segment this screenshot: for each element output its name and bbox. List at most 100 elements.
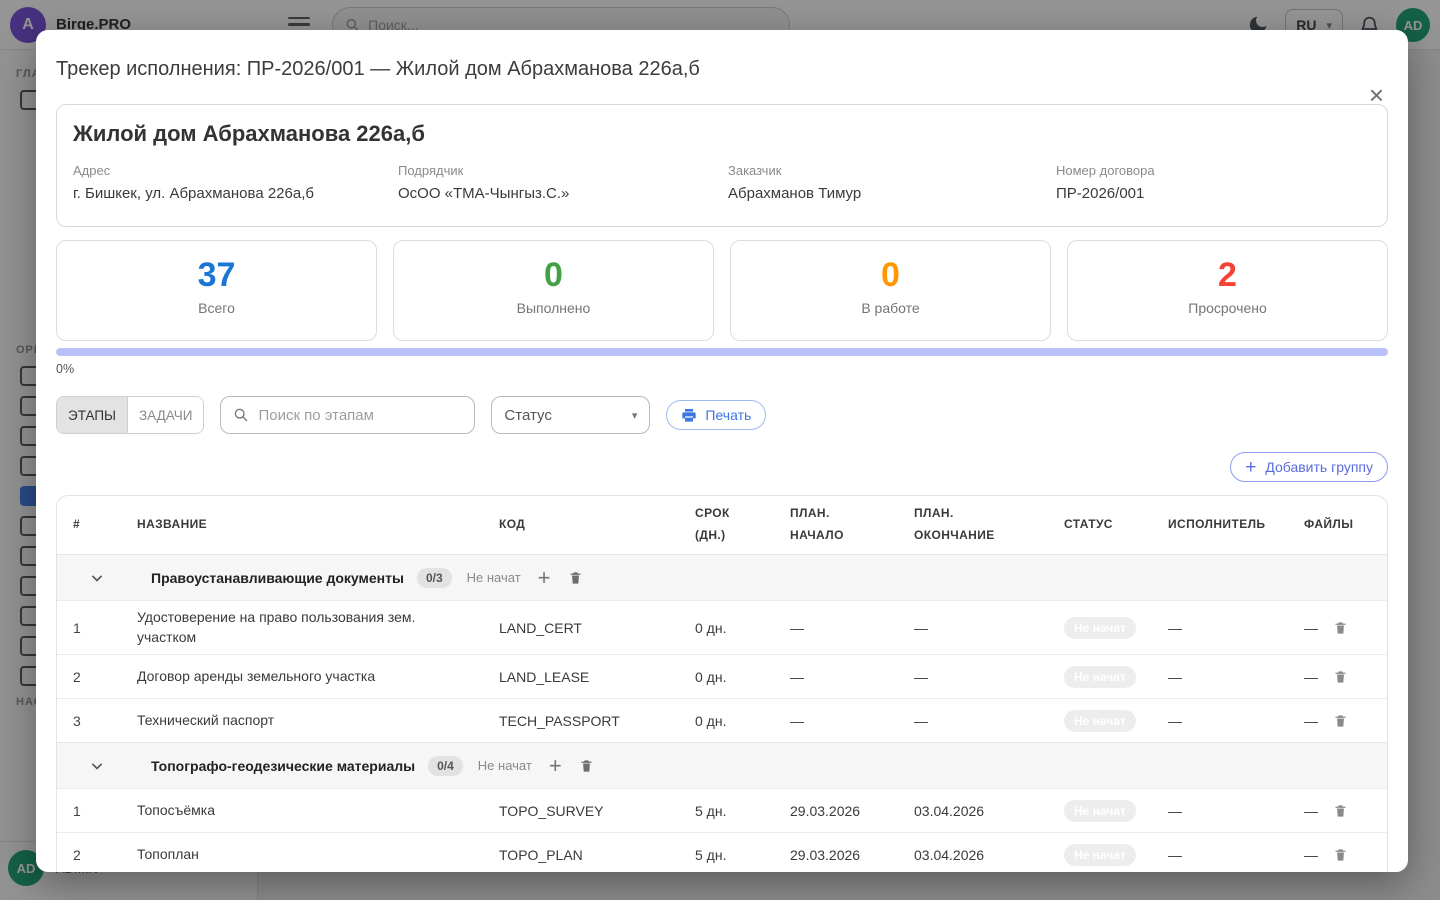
print-button[interactable]: Печать xyxy=(666,400,766,430)
task-status-chip[interactable]: Не начат xyxy=(1064,800,1136,822)
task-files: — xyxy=(1304,803,1318,819)
stat-value: 0 xyxy=(394,256,713,295)
task-files: — xyxy=(1304,713,1318,729)
task-status-chip[interactable]: Не начат xyxy=(1064,617,1136,639)
task-number: 3 xyxy=(57,713,137,729)
add-group-button[interactable]: + Добавить группу xyxy=(1230,452,1388,482)
task-number: 2 xyxy=(57,847,137,863)
add-task-icon[interactable]: + xyxy=(549,755,562,777)
status-filter-label: Статус xyxy=(504,407,551,424)
stat-label: Просрочено xyxy=(1068,300,1387,316)
task-duration: 0 дн. xyxy=(695,669,790,685)
task-status-chip[interactable]: Не начат xyxy=(1064,666,1136,688)
task-plan-start: — xyxy=(790,669,914,685)
column-header: # xyxy=(57,514,137,536)
field-label: Заказчик xyxy=(728,163,1056,178)
execution-tracker-modal: Трекер исполнения: ПР-2026/001 — Жилой д… xyxy=(36,30,1408,872)
delete-task-icon[interactable] xyxy=(1333,620,1348,636)
group-progress-badge: 0/4 xyxy=(428,756,463,776)
task-status-chip[interactable]: Не начат xyxy=(1064,844,1136,866)
column-header: КОД xyxy=(499,514,695,536)
search-icon xyxy=(233,406,249,424)
status-filter-select[interactable]: Статус ▾ xyxy=(491,396,650,434)
task-name: Топоплан xyxy=(137,838,499,872)
chevron-down-icon[interactable] xyxy=(57,756,137,776)
task-assignee: — xyxy=(1168,847,1296,863)
task-plan-end: 03.04.2026 xyxy=(914,847,1064,863)
task-name: Топосъёмка xyxy=(137,794,499,828)
task-plan-start: 29.03.2026 xyxy=(790,847,914,863)
print-label: Печать xyxy=(705,407,751,423)
field-value: ОсОО «ТМА-Чынгыз.С.» xyxy=(398,185,728,202)
delete-task-icon[interactable] xyxy=(1333,669,1348,685)
field-value: Абрахманов Тимур xyxy=(728,185,1056,202)
task-code: LAND_LEASE xyxy=(499,669,695,685)
stat-value: 2 xyxy=(1068,256,1387,295)
column-header: ПЛАН. ОКОНЧАНИЕ xyxy=(914,503,1064,546)
column-header: СРОК (ДН.) xyxy=(695,503,790,546)
task-assignee: — xyxy=(1168,669,1296,685)
group-name: Правоустанавливающие документы xyxy=(151,570,404,586)
delete-task-icon[interactable] xyxy=(1333,803,1348,819)
task-duration: 0 дн. xyxy=(695,620,790,636)
toolbar: ЭТАПЫ ЗАДАЧИ Статус ▾ Печать xyxy=(56,396,1388,434)
project-field-contract-number: Номер договора ПР-2026/001 xyxy=(1056,163,1371,202)
project-field-customer: Заказчик Абрахманов Тимур xyxy=(728,163,1056,202)
stat-card-overdue: 2 Просрочено xyxy=(1067,240,1388,341)
stats-row: 37Всего0Выполнено0В работе2Просрочено xyxy=(56,240,1388,341)
task-plan-start: — xyxy=(790,620,914,636)
task-status-chip[interactable]: Не начат xyxy=(1064,710,1136,732)
task-plan-end: — xyxy=(914,713,1064,729)
task-name: Договор аренды земельного участка xyxy=(137,660,499,694)
field-label: Номер договора xyxy=(1056,163,1371,178)
stat-value: 0 xyxy=(731,256,1050,295)
task-code: TECH_PASSPORT xyxy=(499,713,695,729)
chevron-down-icon[interactable] xyxy=(57,568,137,588)
add-task-icon[interactable]: + xyxy=(538,567,551,589)
delete-task-icon[interactable] xyxy=(1333,847,1348,863)
group-row: Правоустанавливающие документы0/3Не нача… xyxy=(57,554,1387,600)
stages-table: #НАЗВАНИЕКОДСРОК (ДН.)ПЛАН. НАЧАЛОПЛАН. … xyxy=(56,495,1388,872)
task-assignee: — xyxy=(1168,713,1296,729)
delete-group-icon[interactable] xyxy=(579,758,594,774)
progress-percent: 0% xyxy=(56,362,1388,376)
task-plan-start: 29.03.2026 xyxy=(790,803,914,819)
task-number: 1 xyxy=(57,620,137,636)
project-field-contractor: Подрядчик ОсОО «ТМА-Чынгыз.С.» xyxy=(398,163,728,202)
delete-group-icon[interactable] xyxy=(568,570,583,586)
task-name: Удостоверение на право пользования зем. … xyxy=(137,601,499,654)
field-label: Адрес xyxy=(73,163,398,178)
stat-card-total: 37Всего xyxy=(56,240,377,341)
stage-search[interactable] xyxy=(220,396,475,434)
task-number: 2 xyxy=(57,669,137,685)
table-row: 1ТопосъёмкаTOPO_SURVEY5 дн.29.03.202603.… xyxy=(57,788,1387,832)
tab-stages[interactable]: ЭТАПЫ xyxy=(57,397,127,433)
task-files: — xyxy=(1304,847,1318,863)
modal-title: Трекер исполнения: ПР-2026/001 — Жилой д… xyxy=(56,58,1388,81)
task-plan-start: — xyxy=(790,713,914,729)
project-name: Жилой дом Абрахманова 226а,б xyxy=(73,121,1371,147)
task-duration: 5 дн. xyxy=(695,803,790,819)
stat-card-done: 0Выполнено xyxy=(393,240,714,341)
task-code: TOPO_SURVEY xyxy=(499,803,695,819)
task-files: — xyxy=(1304,669,1318,685)
tab-tasks[interactable]: ЗАДАЧИ xyxy=(127,397,203,433)
field-label: Подрядчик xyxy=(398,163,728,178)
task-files: — xyxy=(1304,620,1318,636)
stage-search-input[interactable] xyxy=(258,407,462,424)
table-header-row: #НАЗВАНИЕКОДСРОК (ДН.)ПЛАН. НАЧАЛОПЛАН. … xyxy=(57,496,1387,554)
task-code: LAND_CERT xyxy=(499,620,695,636)
stat-value: 37 xyxy=(57,256,376,295)
group-status: Не начат xyxy=(478,758,532,773)
table-row: 2Договор аренды земельного участкаLAND_L… xyxy=(57,654,1387,698)
column-header: ПЛАН. НАЧАЛО xyxy=(790,503,914,546)
task-name: Технический паспорт xyxy=(137,704,499,738)
task-assignee: — xyxy=(1168,803,1296,819)
close-icon[interactable]: × xyxy=(1369,82,1384,108)
task-code: TOPO_PLAN xyxy=(499,847,695,863)
group-name: Топографо-геодезические материалы xyxy=(151,758,415,774)
column-header: ФАЙЛЫ xyxy=(1296,514,1387,536)
task-plan-end: — xyxy=(914,620,1064,636)
task-duration: 0 дн. xyxy=(695,713,790,729)
delete-task-icon[interactable] xyxy=(1333,713,1348,729)
